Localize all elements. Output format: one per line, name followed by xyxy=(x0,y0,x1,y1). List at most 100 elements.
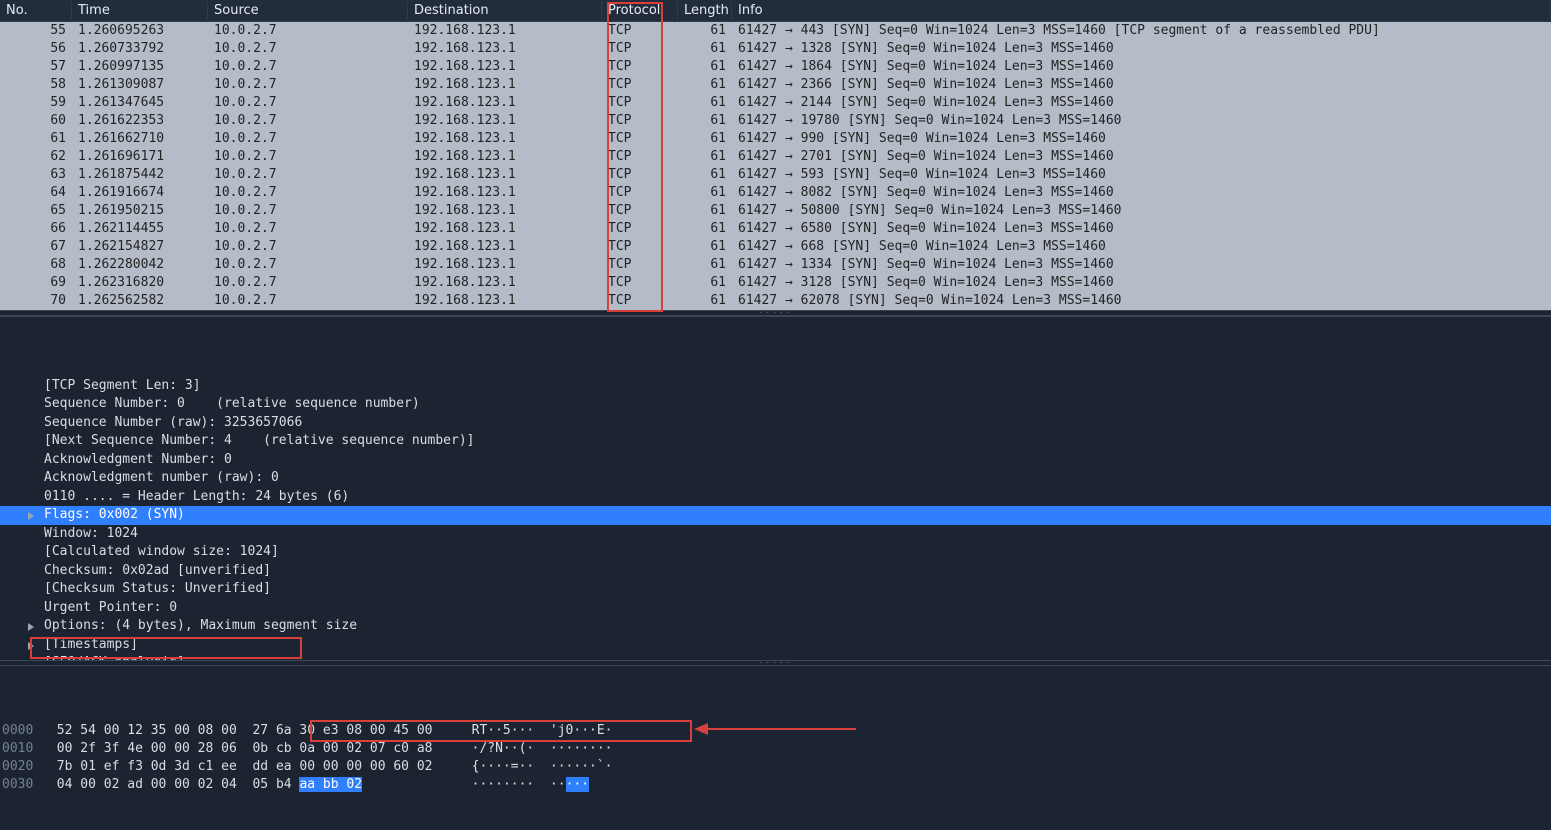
hex-row[interactable]: 0030 04 00 02 ad 00 00 02 04 05 b4 aa bb… xyxy=(2,776,1551,794)
table-row[interactable]: 571.26099713510.0.2.7192.168.123.1TCP616… xyxy=(0,58,1551,76)
cell-proto: TCP xyxy=(602,274,678,292)
cell-dst: 192.168.123.1 xyxy=(408,58,602,76)
cell-len: 61 xyxy=(678,94,732,112)
table-row[interactable]: 551.26069526310.0.2.7192.168.123.1TCP616… xyxy=(0,22,1551,40)
hex-row[interactable]: 0010 00 2f 3f 4e 00 00 28 06 0b cb 0a 00… xyxy=(2,740,1551,758)
cell-time: 1.261916674 xyxy=(72,184,208,202)
cell-no: 65 xyxy=(0,202,72,220)
hex-dump[interactable]: 0000 52 54 00 12 35 00 08 00 27 6a 30 e3… xyxy=(0,666,1551,830)
detail-line[interactable]: Sequence Number: 0 (relative sequence nu… xyxy=(0,395,1551,414)
cell-time: 1.261696171 xyxy=(72,148,208,166)
detail-line[interactable]: [Checksum Status: Unverified] xyxy=(0,580,1551,599)
cell-src: 10.0.2.7 xyxy=(208,58,408,76)
cell-info: 61427 → 50800 [SYN] Seq=0 Win=1024 Len=3… xyxy=(732,202,1551,220)
table-row[interactable]: 561.26073379210.0.2.7192.168.123.1TCP616… xyxy=(0,40,1551,58)
detail-line[interactable]: 0110 .... = Header Length: 24 bytes (6) xyxy=(0,488,1551,507)
table-row[interactable]: 651.26195021510.0.2.7192.168.123.1TCP616… xyxy=(0,202,1551,220)
cell-info: 61427 → 593 [SYN] Seq=0 Win=1024 Len=3 M… xyxy=(732,166,1551,184)
cell-dst: 192.168.123.1 xyxy=(408,94,602,112)
cell-len: 61 xyxy=(678,274,732,292)
cell-time: 1.260733792 xyxy=(72,40,208,58)
cell-len: 61 xyxy=(678,166,732,184)
cell-no: 62 xyxy=(0,148,72,166)
cell-time: 1.262280042 xyxy=(72,256,208,274)
column-header-protocol[interactable]: Protocol xyxy=(602,1,678,20)
cell-proto: TCP xyxy=(602,220,678,238)
cell-proto: TCP xyxy=(602,58,678,76)
column-header-no[interactable]: No. xyxy=(0,1,72,20)
packet-details[interactable]: [TCP Segment Len: 3]Sequence Number: 0 (… xyxy=(0,316,1551,660)
cell-src: 10.0.2.7 xyxy=(208,202,408,220)
cell-time: 1.261309087 xyxy=(72,76,208,94)
table-row[interactable]: 691.26231682010.0.2.7192.168.123.1TCP616… xyxy=(0,274,1551,292)
cell-src: 10.0.2.7 xyxy=(208,148,408,166)
table-row[interactable]: 601.26162235310.0.2.7192.168.123.1TCP616… xyxy=(0,112,1551,130)
detail-line[interactable]: [SEQ/ACK analysis] xyxy=(0,654,1551,660)
cell-time: 1.262562582 xyxy=(72,292,208,310)
hex-row[interactable]: 0020 7b 01 ef f3 0d 3d c1 ee dd ea 00 00… xyxy=(2,758,1551,776)
table-row[interactable]: 671.26215482710.0.2.7192.168.123.1TCP616… xyxy=(0,238,1551,256)
cell-time: 1.260695263 xyxy=(72,22,208,40)
cell-src: 10.0.2.7 xyxy=(208,130,408,148)
cell-info: 61427 → 3128 [SYN] Seq=0 Win=1024 Len=3 … xyxy=(732,274,1551,292)
column-header-length[interactable]: Length xyxy=(678,1,732,20)
detail-line[interactable]: [Timestamps] xyxy=(0,636,1551,655)
detail-line[interactable]: [Next Sequence Number: 4 (relative seque… xyxy=(0,432,1551,451)
table-row[interactable]: 681.26228004210.0.2.7192.168.123.1TCP616… xyxy=(0,256,1551,274)
cell-no: 69 xyxy=(0,274,72,292)
table-row[interactable]: 661.26211445510.0.2.7192.168.123.1TCP616… xyxy=(0,220,1551,238)
cell-src: 10.0.2.7 xyxy=(208,292,408,310)
cell-info: 61427 → 1328 [SYN] Seq=0 Win=1024 Len=3 … xyxy=(732,40,1551,58)
column-header-time[interactable]: Time xyxy=(72,1,208,20)
table-row[interactable]: 641.26191667410.0.2.7192.168.123.1TCP616… xyxy=(0,184,1551,202)
column-header-source[interactable]: Source xyxy=(208,1,408,20)
cell-src: 10.0.2.7 xyxy=(208,256,408,274)
detail-line[interactable]: Checksum: 0x02ad [unverified] xyxy=(0,562,1551,581)
cell-no: 60 xyxy=(0,112,72,130)
detail-line[interactable]: Acknowledgment Number: 0 xyxy=(0,451,1551,470)
packet-list[interactable]: 551.26069526310.0.2.7192.168.123.1TCP616… xyxy=(0,22,1551,310)
cell-proto: TCP xyxy=(602,94,678,112)
table-row[interactable]: 621.26169617110.0.2.7192.168.123.1TCP616… xyxy=(0,148,1551,166)
cell-no: 56 xyxy=(0,40,72,58)
cell-dst: 192.168.123.1 xyxy=(408,148,602,166)
column-header-info[interactable]: Info xyxy=(732,1,1551,20)
cell-time: 1.261875442 xyxy=(72,166,208,184)
cell-proto: TCP xyxy=(602,112,678,130)
cell-proto: TCP xyxy=(602,292,678,310)
cell-no: 67 xyxy=(0,238,72,256)
cell-proto: TCP xyxy=(602,130,678,148)
detail-line[interactable]: Flags: 0x002 (SYN) xyxy=(0,506,1551,525)
cell-proto: TCP xyxy=(602,238,678,256)
cell-src: 10.0.2.7 xyxy=(208,274,408,292)
hex-row[interactable]: 0000 52 54 00 12 35 00 08 00 27 6a 30 e3… xyxy=(2,722,1551,740)
cell-dst: 192.168.123.1 xyxy=(408,220,602,238)
detail-line[interactable]: Window: 1024 xyxy=(0,525,1551,544)
cell-no: 57 xyxy=(0,58,72,76)
detail-line[interactable]: [TCP Segment Len: 3] xyxy=(0,377,1551,396)
table-row[interactable]: 581.26130908710.0.2.7192.168.123.1TCP616… xyxy=(0,76,1551,94)
cell-no: 66 xyxy=(0,220,72,238)
cell-info: 61427 → 62078 [SYN] Seq=0 Win=1024 Len=3… xyxy=(732,292,1551,310)
cell-info: 61427 → 668 [SYN] Seq=0 Win=1024 Len=3 M… xyxy=(732,238,1551,256)
table-row[interactable]: 591.26134764510.0.2.7192.168.123.1TCP616… xyxy=(0,94,1551,112)
table-row[interactable]: 701.26256258210.0.2.7192.168.123.1TCP616… xyxy=(0,292,1551,310)
column-header-destination[interactable]: Destination xyxy=(408,1,602,20)
cell-dst: 192.168.123.1 xyxy=(408,40,602,58)
table-row[interactable]: 631.26187544210.0.2.7192.168.123.1TCP616… xyxy=(0,166,1551,184)
table-row[interactable]: 611.26166271010.0.2.7192.168.123.1TCP616… xyxy=(0,130,1551,148)
cell-src: 10.0.2.7 xyxy=(208,40,408,58)
detail-line[interactable]: [Calculated window size: 1024] xyxy=(0,543,1551,562)
detail-line[interactable]: Options: (4 bytes), Maximum segment size xyxy=(0,617,1551,636)
cell-info: 61427 → 1334 [SYN] Seq=0 Win=1024 Len=3 … xyxy=(732,256,1551,274)
cell-no: 68 xyxy=(0,256,72,274)
detail-line[interactable]: Sequence Number (raw): 3253657066 xyxy=(0,414,1551,433)
detail-line[interactable]: Urgent Pointer: 0 xyxy=(0,599,1551,618)
cell-src: 10.0.2.7 xyxy=(208,220,408,238)
cell-no: 61 xyxy=(0,130,72,148)
detail-line[interactable]: Acknowledgment number (raw): 0 xyxy=(0,469,1551,488)
cell-proto: TCP xyxy=(602,40,678,58)
cell-no: 55 xyxy=(0,22,72,40)
cell-time: 1.262316820 xyxy=(72,274,208,292)
cell-len: 61 xyxy=(678,76,732,94)
